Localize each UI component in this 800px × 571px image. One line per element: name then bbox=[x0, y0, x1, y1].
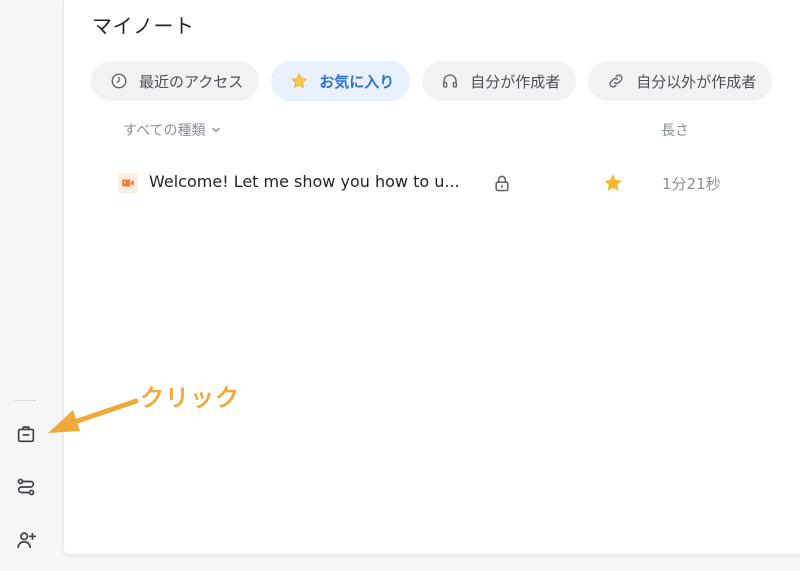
note-length: 1分21秒 bbox=[662, 175, 721, 193]
link-icon bbox=[606, 71, 626, 91]
tab-label: 自分が作成者 bbox=[470, 72, 561, 91]
tab-favorites[interactable]: お気に入り bbox=[271, 61, 411, 101]
left-rail bbox=[0, 0, 62, 571]
star-favorite-icon[interactable] bbox=[602, 172, 624, 194]
rail-add-user-button[interactable] bbox=[12, 526, 40, 554]
rail-divider bbox=[14, 400, 36, 401]
tab-label: お気に入り bbox=[319, 72, 395, 91]
page-title: マイノート bbox=[92, 14, 195, 38]
chevron-down-icon bbox=[212, 127, 221, 133]
annotation-label: クリック bbox=[140, 384, 240, 412]
main-panel: マイノート 最近のアクセス お気に入り 自分が作成者 自分以外が作成者 すべての… bbox=[63, 0, 800, 555]
app-window: マイノート 最近のアクセス お気に入り 自分が作成者 自分以外が作成者 すべての… bbox=[0, 0, 800, 571]
video-icon bbox=[118, 173, 138, 193]
rail-route-button[interactable] bbox=[12, 473, 40, 501]
length-column-header: 長さ bbox=[661, 123, 689, 139]
lock-icon bbox=[495, 175, 509, 192]
star-icon bbox=[289, 71, 309, 91]
note-title: Welcome! Let me show you how to u... bbox=[149, 172, 460, 191]
headphones-icon bbox=[440, 71, 460, 91]
annotation-arrow bbox=[48, 398, 139, 433]
rail-briefcase-button[interactable] bbox=[12, 420, 40, 448]
tab-label: 最近のアクセス bbox=[139, 72, 244, 91]
briefcase-icon bbox=[17, 426, 35, 443]
type-filter-label: すべての種類 bbox=[123, 123, 206, 139]
list-item[interactable]: Welcome! Let me show you how to u... 1分2… bbox=[64, 160, 800, 206]
tab-recent[interactable]: 最近のアクセス bbox=[91, 61, 260, 101]
type-filter-dropdown[interactable]: すべての種類 bbox=[123, 120, 221, 140]
add-user-icon bbox=[17, 532, 36, 549]
route-icon bbox=[17, 478, 35, 496]
tab-created-by-me[interactable]: 自分が作成者 bbox=[422, 61, 577, 101]
clock-icon bbox=[109, 71, 129, 91]
filter-tabs: 最近のアクセス お気に入り 自分が作成者 自分以外が作成者 bbox=[91, 61, 773, 101]
tab-created-by-others[interactable]: 自分以外が作成者 bbox=[588, 61, 773, 101]
tab-label: 自分以外が作成者 bbox=[636, 72, 757, 91]
